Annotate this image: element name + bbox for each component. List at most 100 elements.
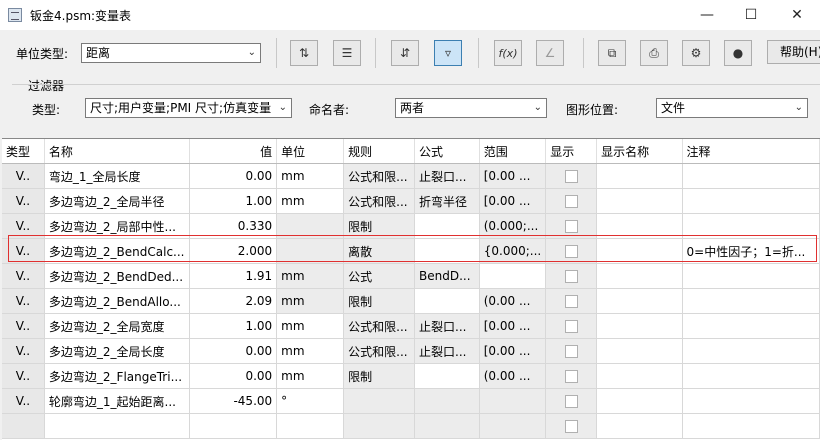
cell-formula[interactable] [414, 238, 480, 264]
cell-display[interactable] [545, 313, 598, 339]
cell-rule[interactable]: 限制 [343, 213, 415, 239]
cell-range[interactable]: [0.00 ... [479, 188, 547, 214]
cell-value[interactable] [189, 413, 278, 439]
cell-note[interactable] [682, 313, 820, 339]
cell-name[interactable]: 多边弯边_2_局部中性... [44, 213, 190, 239]
cell-formula[interactable]: 止裂口... [414, 313, 480, 339]
cell-note[interactable] [682, 163, 820, 189]
table-row[interactable]: V.. 弯边_1_全局长度 0.00 mm 公式和限... 止裂口... [0.… [2, 163, 820, 189]
cell-display-name[interactable] [596, 238, 683, 264]
cell-range[interactable]: [0.00 ... [479, 163, 547, 189]
maximize-button[interactable]: ☐ [728, 0, 774, 30]
cell-formula[interactable]: 折弯半径 [414, 188, 480, 214]
cell-display-name[interactable] [596, 213, 683, 239]
cell-unit[interactable]: mm [276, 313, 345, 339]
cell-rule[interactable]: 离散 [343, 238, 415, 264]
cell-range[interactable] [479, 263, 547, 289]
cell-unit[interactable]: mm [276, 363, 345, 389]
cell-range[interactable]: (0.000;... [479, 213, 547, 239]
display-checkbox[interactable] [564, 295, 578, 308]
cell-display-name[interactable] [596, 313, 683, 339]
naming-select[interactable]: 两者 ⌄ [395, 98, 547, 118]
display-checkbox[interactable] [564, 170, 578, 183]
display-checkbox[interactable] [564, 345, 578, 358]
table-row[interactable] [2, 413, 820, 439]
cell-name[interactable]: 多边弯边_2_全局宽度 [44, 313, 190, 339]
filter-icon[interactable]: ▿ [434, 40, 462, 66]
cell-display-name[interactable] [596, 163, 683, 189]
cell-display-name[interactable] [596, 188, 683, 214]
cell-display[interactable] [545, 288, 598, 314]
cell-name[interactable]: 多边弯边_2_全局长度 [44, 338, 190, 364]
cell-name[interactable] [44, 413, 190, 439]
header-value[interactable]: 值 [189, 139, 278, 164]
cell-formula[interactable]: 止裂口... [414, 163, 480, 189]
unit-type-select[interactable]: 距离 ⌄ [81, 43, 261, 63]
header-unit[interactable]: 单位 [276, 139, 345, 164]
cell-display[interactable] [545, 338, 598, 364]
cell-display[interactable] [545, 213, 598, 239]
cell-unit[interactable]: mm [276, 163, 345, 189]
minimize-button[interactable]: — [684, 0, 730, 30]
cell-value[interactable]: 0.00 [189, 338, 278, 364]
cell-name[interactable]: 轮廓弯边_1_起始距离... [44, 388, 190, 414]
table-row-selected[interactable]: V.. 多边弯边_2_BendCalc... 2.000 离散 {0.000;.… [2, 238, 820, 264]
range-icon[interactable]: ∠ [536, 40, 564, 66]
cell-value[interactable]: 1.00 [189, 188, 278, 214]
tree-view-icon[interactable]: ☰ [333, 40, 361, 66]
cell-type[interactable] [2, 413, 45, 439]
cell-display[interactable] [545, 413, 598, 439]
cell-rule[interactable] [343, 413, 415, 439]
cell-note[interactable]: 0=中性因子；1=折... [682, 238, 820, 264]
cell-range[interactable] [479, 413, 547, 439]
cell-value[interactable]: 0.00 [189, 163, 278, 189]
cell-value[interactable]: 0.330 [189, 213, 278, 239]
cell-rule[interactable] [343, 388, 415, 414]
sort-icon[interactable]: ⇅ [290, 40, 318, 66]
cell-formula[interactable]: BendD... [414, 263, 480, 289]
table-row[interactable]: V.. 多边弯边_2_局部中性... 0.330 限制 (0.000;... [2, 213, 820, 239]
cell-formula[interactable] [414, 213, 480, 239]
cell-unit[interactable]: mm [276, 263, 345, 289]
settings-icon[interactable]: ⚙ [682, 40, 710, 66]
cell-note[interactable] [682, 188, 820, 214]
type-select[interactable]: 尺寸;用户变量;PMI 尺寸;仿真变量 ⌄ [85, 98, 292, 118]
cell-unit[interactable]: mm [276, 338, 345, 364]
cell-note[interactable] [682, 413, 820, 439]
cell-value[interactable]: 2.000 [189, 238, 278, 264]
cell-value[interactable]: 2.09 [189, 288, 278, 314]
table-row[interactable]: V.. 多边弯边_2_全局长度 0.00 mm 公式和限... 止裂口... [… [2, 338, 820, 364]
cell-range[interactable]: (0.00 ... [479, 363, 547, 389]
cell-type[interactable]: V.. [2, 288, 45, 314]
cell-value[interactable]: -45.00 [189, 388, 278, 414]
cell-name[interactable]: 弯边_1_全局长度 [44, 163, 190, 189]
cell-unit[interactable]: mm [276, 188, 345, 214]
cell-rule[interactable]: 公式和限... [343, 313, 415, 339]
order-list-icon[interactable]: ⇵ [391, 40, 419, 66]
cell-type[interactable]: V.. [2, 338, 45, 364]
cell-formula[interactable] [414, 288, 480, 314]
cell-range[interactable] [479, 388, 547, 414]
copy-icon[interactable]: ⧉ [598, 40, 626, 66]
cell-display[interactable] [545, 163, 598, 189]
cell-range[interactable]: {0.000;... [479, 238, 547, 264]
header-type[interactable]: 类型 [2, 139, 45, 164]
table-row[interactable]: V.. 多边弯边_2_FlangeTri... 0.00 mm 限制 (0.00… [2, 363, 820, 389]
header-range[interactable]: 范围 [479, 139, 547, 164]
cell-display[interactable] [545, 238, 598, 264]
display-checkbox[interactable] [564, 270, 578, 283]
function-icon[interactable]: f(x) [494, 40, 522, 66]
cell-unit[interactable] [276, 238, 345, 264]
cell-rule[interactable]: 公式和限... [343, 338, 415, 364]
cell-rule[interactable]: 限制 [343, 363, 415, 389]
help-button[interactable]: 帮助(H) [767, 40, 820, 64]
cell-display-name[interactable] [596, 338, 683, 364]
display-checkbox[interactable] [564, 320, 578, 333]
print-icon[interactable]: ⎙ [640, 40, 668, 66]
header-display[interactable]: 显示 [545, 139, 598, 164]
cell-rule[interactable]: 限制 [343, 288, 415, 314]
cell-display[interactable] [545, 363, 598, 389]
table-row[interactable]: V.. 多边弯边_2_BendAllo... 2.09 mm 限制 (0.00 … [2, 288, 820, 314]
cell-display-name[interactable] [596, 263, 683, 289]
cell-value[interactable]: 1.00 [189, 313, 278, 339]
